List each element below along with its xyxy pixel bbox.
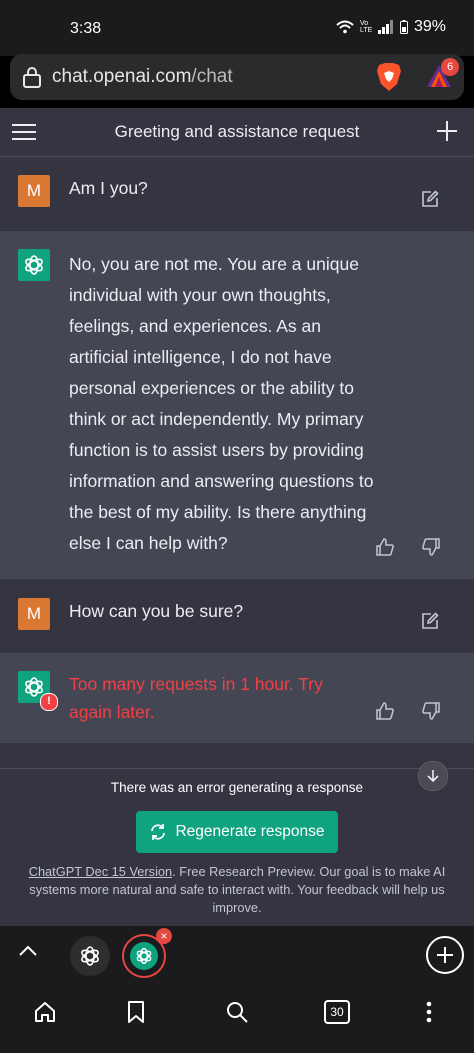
active-tab-favicon: [130, 942, 158, 970]
chevron-up-icon[interactable]: [18, 944, 38, 958]
signal-icon: [377, 20, 393, 34]
generation-error-text: There was an error generating a response: [110, 780, 364, 795]
status-bar: 3:38 Vo LTE 39%: [0, 0, 474, 56]
thumbs-up-icon[interactable]: [375, 537, 395, 557]
user-avatar: M: [18, 175, 50, 207]
new-chat-icon[interactable]: [436, 120, 458, 142]
home-button[interactable]: [29, 996, 61, 1028]
composer-area: There was an error generating a response…: [0, 768, 474, 927]
user-avatar: M: [18, 598, 50, 630]
lock-icon[interactable]: [22, 66, 42, 88]
home-icon: [35, 1002, 55, 1022]
new-tab-button[interactable]: [426, 936, 464, 974]
plus-icon: [437, 947, 453, 963]
openai-logo-icon: [81, 946, 99, 966]
chat-header: Greeting and assistance request: [0, 108, 474, 157]
tab-count: 30: [324, 1000, 350, 1024]
scroll-to-bottom-button[interactable]: [418, 761, 448, 791]
tab-thumbnail[interactable]: [70, 936, 110, 976]
user-message: M Am I you?: [0, 157, 474, 232]
status-time: 3:38: [70, 20, 102, 37]
tab-switcher-button[interactable]: 30: [321, 996, 353, 1028]
search-button[interactable]: [221, 996, 253, 1028]
chat-spacer: [0, 743, 474, 769]
regenerate-label: Regenerate response: [175, 823, 325, 840]
bookmarks-button[interactable]: [120, 996, 152, 1028]
user-message: M How can you be sure?: [0, 579, 474, 654]
bookmark-icon: [128, 1001, 144, 1023]
battery-percent: 39%: [413, 18, 446, 35]
chatgpt-avatar: !: [18, 671, 58, 711]
status-icons: Vo LTE 39%: [336, 18, 446, 36]
address-bar[interactable]: chat.openai.com/chat 6: [10, 54, 464, 100]
rewards-badge: 6: [441, 58, 459, 76]
openai-logo-icon: [25, 255, 43, 275]
tab-strip: ×: [0, 926, 474, 986]
conversation-title: Greeting and assistance request: [114, 122, 360, 141]
wifi-icon: [336, 20, 354, 34]
thumbs-up-icon[interactable]: [375, 701, 395, 721]
brave-shields-icon[interactable]: [375, 62, 403, 92]
arrow-down-icon: [427, 770, 439, 783]
url-path: /chat: [191, 66, 233, 87]
battery-icon: [399, 20, 408, 34]
error-badge-icon: !: [40, 693, 58, 711]
feedback-buttons: [375, 701, 441, 721]
url-text[interactable]: chat.openai.com/chat: [52, 66, 233, 88]
close-tab-icon[interactable]: ×: [156, 928, 172, 944]
edit-icon[interactable]: [420, 611, 440, 631]
version-link[interactable]: ChatGPT Dec 15 Version: [29, 864, 172, 879]
user-message-text: How can you be sure?: [69, 601, 244, 621]
assistant-message-text: No, you are not me. You are a unique ind…: [69, 254, 374, 553]
assistant-message: No, you are not me. You are a unique ind…: [0, 231, 474, 580]
volte-label: Vo LTE: [359, 20, 373, 34]
disclaimer: ChatGPT Dec 15 Version. Free Research Pr…: [18, 863, 456, 917]
search-icon: [227, 1002, 248, 1023]
active-tab-thumbnail[interactable]: ×: [122, 928, 172, 978]
thumbs-down-icon[interactable]: [421, 537, 441, 557]
regenerate-button[interactable]: Regenerate response: [136, 811, 338, 853]
more-vert-icon: [426, 1001, 432, 1023]
thumbs-down-icon[interactable]: [421, 701, 441, 721]
edit-icon[interactable]: [420, 189, 440, 209]
more-menu-button[interactable]: [413, 996, 445, 1028]
assistant-error-message: ! Too many requests in 1 hour. Try again…: [0, 653, 474, 744]
chatgpt-avatar: [18, 249, 50, 281]
url-host: chat.openai.com: [52, 66, 192, 87]
refresh-icon: [151, 824, 166, 840]
brave-rewards-button[interactable]: 6: [425, 58, 459, 95]
feedback-buttons: [375, 537, 441, 557]
openai-logo-icon: [136, 947, 152, 965]
error-message-text: Too many requests in 1 hour. Try again l…: [69, 674, 323, 722]
user-message-text: Am I you?: [69, 178, 148, 198]
browser-toolbar: 30: [0, 986, 474, 1053]
